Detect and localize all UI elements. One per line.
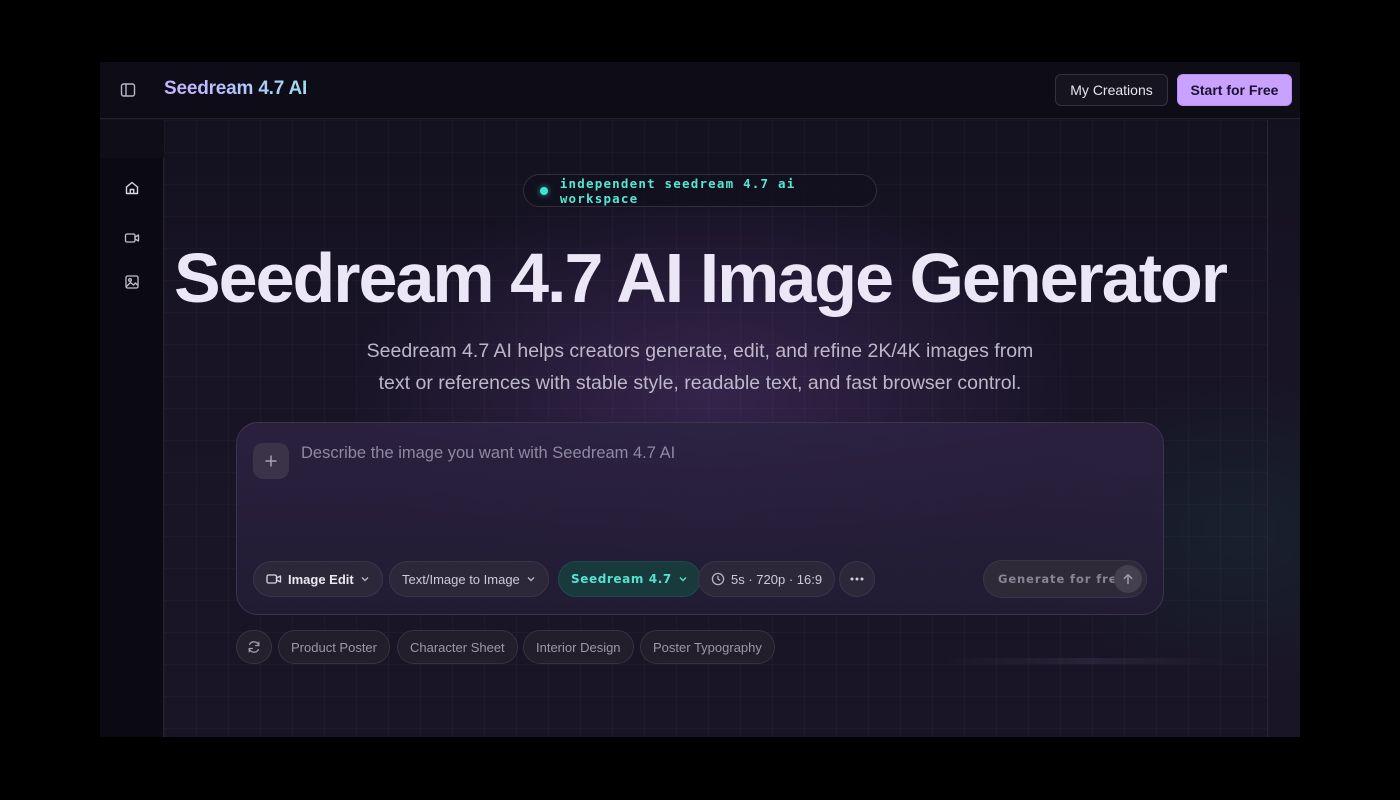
start-for-free-button[interactable]: Start for Free xyxy=(1177,74,1292,106)
page-subtitle: Seedream 4.7 AI helps creators generate,… xyxy=(366,340,1034,394)
generate-button[interactable]: Generate for free xyxy=(983,560,1147,598)
image-icon[interactable] xyxy=(120,270,144,294)
video-icon xyxy=(266,574,282,584)
top-bar: Seedream 4.7 AI My Creations Start for F… xyxy=(100,62,1300,119)
my-creations-button[interactable]: My Creations xyxy=(1055,74,1168,106)
prompt-composer: Image Edit Text/Image to Image Seedream … xyxy=(236,422,1164,615)
arrow-up-icon xyxy=(1114,565,1142,593)
app-window: Seedream 4.7 AI My Creations Start for F… xyxy=(100,62,1300,737)
generation-type-dropdown[interactable]: Text/Image to Image xyxy=(389,561,549,597)
model-dropdown[interactable]: Seedream 4.7 xyxy=(558,561,701,597)
mode-dropdown-label: Image Edit xyxy=(288,571,354,587)
status-dot-icon xyxy=(540,186,548,195)
suggestion-chip[interactable]: Poster Typography xyxy=(640,630,775,664)
chevron-down-icon xyxy=(679,577,687,582)
generation-type-label: Text/Image to Image xyxy=(402,571,520,587)
sidebar-toggle-icon[interactable] xyxy=(118,80,138,100)
plus-icon xyxy=(265,455,277,467)
main-content: independent seedream 4.7 ai workspace Se… xyxy=(164,120,1268,737)
side-nav xyxy=(100,120,164,737)
generate-button-label: Generate for free xyxy=(998,572,1127,586)
home-icon[interactable] xyxy=(120,176,144,200)
workspace-badge: independent seedream 4.7 ai workspace xyxy=(523,174,877,207)
add-attachment-button[interactable] xyxy=(253,443,289,479)
model-dropdown-label: Seedream 4.7 xyxy=(571,572,672,586)
suggestion-chip[interactable]: Product Poster xyxy=(278,630,390,664)
chevron-down-icon xyxy=(527,577,535,582)
suggestion-chip[interactable]: Interior Design xyxy=(523,630,634,664)
decorative-divider xyxy=(944,658,1234,664)
side-nav-header xyxy=(100,120,164,158)
more-horizontal-icon xyxy=(850,577,864,581)
prompt-input[interactable] xyxy=(301,441,1141,465)
refresh-suggestions-button[interactable] xyxy=(236,630,272,664)
workspace-badge-text: independent seedream 4.7 ai workspace xyxy=(559,175,796,206)
clock-icon xyxy=(711,572,725,586)
refresh-icon xyxy=(248,641,260,653)
brand-title[interactable]: Seedream 4.7 AI xyxy=(164,78,307,100)
more-options-button[interactable] xyxy=(839,561,875,597)
chevron-down-icon xyxy=(361,577,369,582)
page-title: Seedream 4.7 AI Image Generator xyxy=(173,239,1228,317)
suggestion-chip[interactable]: Character Sheet xyxy=(397,630,518,664)
mode-dropdown[interactable]: Image Edit xyxy=(253,561,383,597)
video-icon[interactable] xyxy=(120,226,144,250)
settings-dropdown[interactable]: 5s · 720p · 16:9 xyxy=(698,561,836,597)
settings-label: 5s · 720p · 16:9 xyxy=(731,571,823,587)
